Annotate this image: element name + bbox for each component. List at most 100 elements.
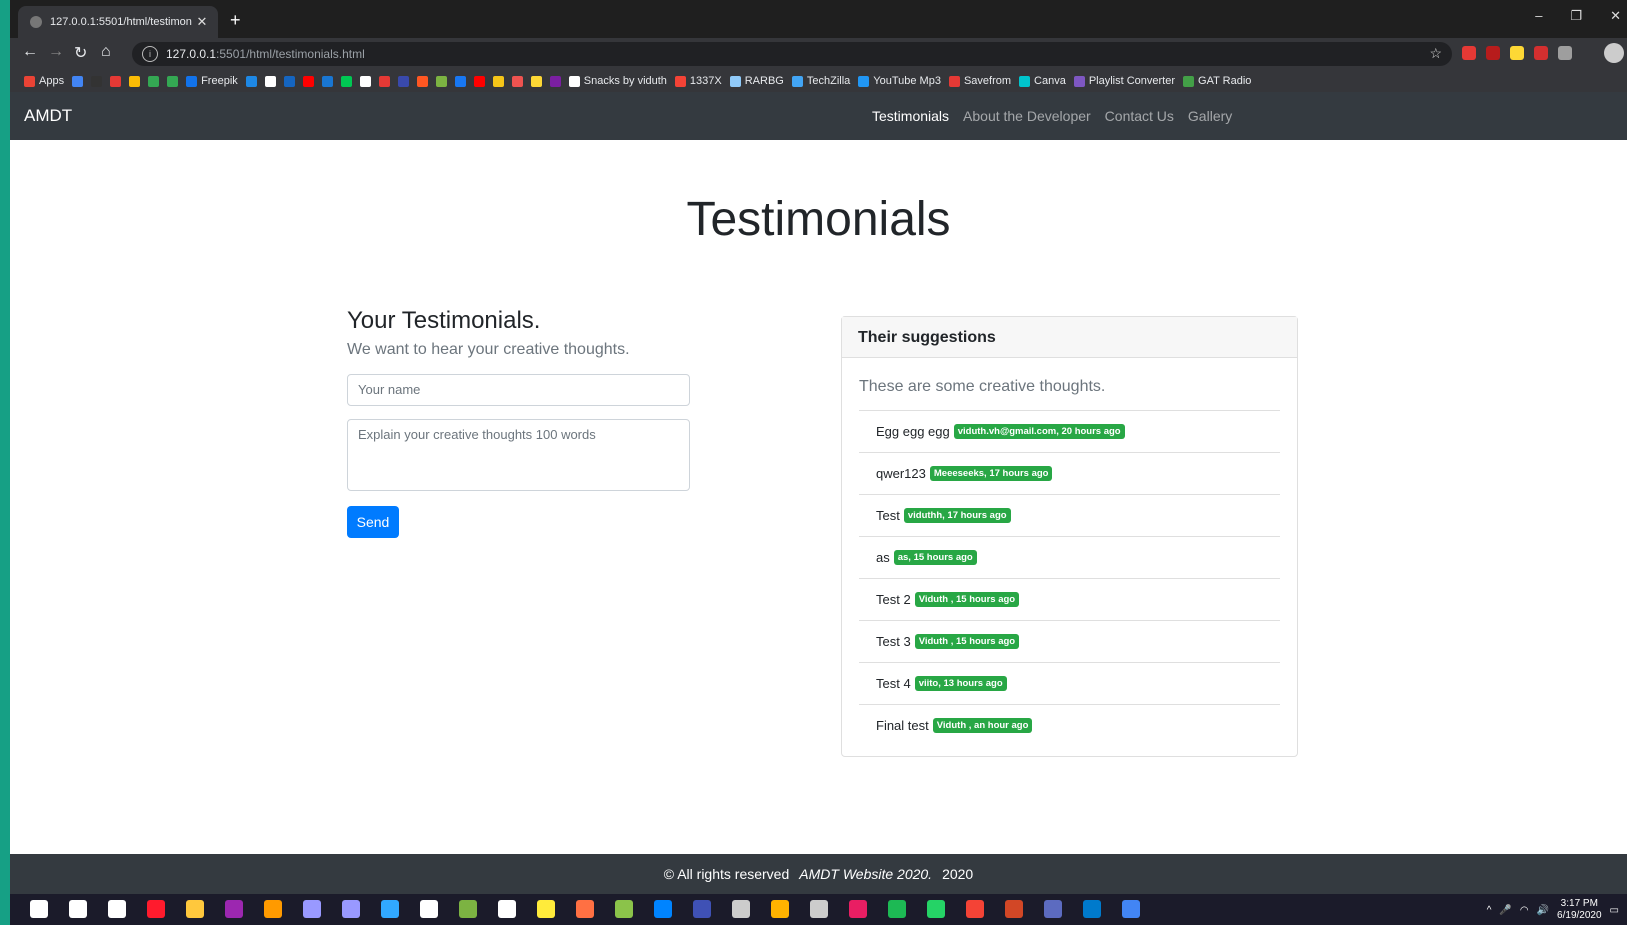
taskbar-app-icon[interactable] — [693, 900, 711, 918]
bookmark-item[interactable] — [397, 75, 409, 87]
author-badge: viito, 13 hours ago — [914, 676, 1007, 691]
taskbar-app-icon[interactable] — [810, 900, 828, 918]
bookmark-item[interactable] — [283, 75, 295, 87]
bookmark-item[interactable] — [492, 75, 504, 87]
taskbar-app-icon[interactable] — [147, 900, 165, 918]
chevron-up-icon[interactable]: ^ — [1487, 905, 1492, 916]
bookmark-item[interactable]: Freepik — [186, 75, 238, 87]
web-page: AMDT Testimonials About the Developer Co… — [10, 92, 1627, 894]
name-input[interactable]: Your name — [347, 374, 690, 406]
browser-tab[interactable]: 127.0.0.1:5501/html/testimonials ✕ — [18, 6, 218, 38]
taskbar-app-icon[interactable] — [108, 900, 126, 918]
clock[interactable]: 3:17 PM 6/19/2020 — [1557, 898, 1602, 922]
bookmark-item[interactable] — [148, 75, 160, 87]
bookmark-item[interactable] — [549, 75, 561, 87]
nav-link-about[interactable]: About the Developer — [963, 108, 1091, 124]
forward-arrow-icon[interactable]: → — [48, 43, 64, 61]
send-button[interactable]: Send — [347, 506, 399, 538]
bookmark-item[interactable] — [511, 75, 523, 87]
bookmark-item[interactable]: Apps — [24, 75, 64, 87]
taskbar-app-icon[interactable] — [264, 900, 282, 918]
taskbar-app-icon[interactable] — [225, 900, 243, 918]
site-brand[interactable]: AMDT — [24, 106, 72, 126]
bookmark-item[interactable]: RARBG — [729, 75, 784, 87]
taskbar-app-icon[interactable] — [966, 900, 984, 918]
taskbar-app-icon[interactable] — [1005, 900, 1023, 918]
home-icon[interactable]: ⌂ — [101, 43, 111, 61]
info-icon[interactable]: i — [142, 46, 158, 62]
suggestions-list: Egg egg egg viduth.vh@gmail.com, 20 hours… — [859, 410, 1280, 746]
notification-icon[interactable]: ▭ — [1610, 905, 1619, 916]
bookmark-item[interactable]: Playlist Converter — [1073, 75, 1175, 87]
bookmark-item[interactable]: TechZilla — [791, 75, 850, 87]
taskbar-app-icon[interactable] — [576, 900, 594, 918]
profile-avatar[interactable] — [1604, 43, 1624, 63]
maximize-icon[interactable]: ❐ — [1570, 8, 1582, 24]
bookmark-item[interactable]: Savefrom — [948, 75, 1011, 87]
bookmark-item[interactable] — [91, 75, 103, 87]
bookmark-item[interactable] — [72, 75, 84, 87]
thoughts-textarea[interactable]: Explain your creative thoughts 100 words — [347, 419, 690, 491]
taskbar-app-icon[interactable] — [615, 900, 633, 918]
bookmark-item[interactable] — [264, 75, 276, 87]
bookmark-star-icon[interactable]: ☆ — [1429, 45, 1442, 62]
taskbar-app-icon[interactable] — [303, 900, 321, 918]
bookmark-item[interactable] — [340, 75, 352, 87]
taskbar-app-icon[interactable] — [1122, 900, 1140, 918]
volume-icon[interactable]: 🔊 — [1537, 905, 1549, 916]
back-arrow-icon[interactable]: ← — [22, 43, 38, 61]
close-tab-icon[interactable]: ✕ — [192, 14, 212, 30]
reload-icon[interactable]: ↻ — [74, 43, 87, 63]
minimize-icon[interactable]: – — [1535, 8, 1542, 24]
taskbar-app-icon[interactable] — [1044, 900, 1062, 918]
taskbar-app-icon[interactable] — [849, 900, 867, 918]
bookmark-item[interactable] — [110, 75, 122, 87]
bookmark-item[interactable] — [359, 75, 371, 87]
bookmark-item[interactable] — [378, 75, 390, 87]
taskbar-app-icon[interactable] — [459, 900, 477, 918]
taskbar-app-icon[interactable] — [732, 900, 750, 918]
bookmark-item[interactable] — [416, 75, 428, 87]
taskbar-app-icon[interactable] — [888, 900, 906, 918]
taskbar-app-icon[interactable] — [498, 900, 516, 918]
taskbar-app-icon[interactable] — [420, 900, 438, 918]
wifi-icon[interactable]: ◠ — [1520, 905, 1529, 916]
bookmark-item[interactable] — [245, 75, 257, 87]
bookmark-item[interactable] — [321, 75, 333, 87]
close-window-icon[interactable]: ✕ — [1610, 8, 1621, 24]
taskbar-app-icon[interactable] — [186, 900, 204, 918]
bookmark-item[interactable] — [530, 75, 542, 87]
new-tab-button[interactable]: + — [230, 10, 241, 31]
author-badge: Meeeseeks, 17 hours ago — [929, 466, 1053, 481]
bookmark-item[interactable] — [454, 75, 466, 87]
bookmark-item[interactable] — [473, 75, 485, 87]
taskbar-app-icon[interactable] — [69, 900, 87, 918]
nav-link-gallery[interactable]: Gallery — [1188, 108, 1232, 124]
nav-link-contact[interactable]: Contact Us — [1105, 108, 1174, 124]
taskbar-app-icon[interactable] — [342, 900, 360, 918]
bookmark-item[interactable] — [167, 75, 179, 87]
taskbar-app-icon[interactable] — [537, 900, 555, 918]
taskbar-app-icon[interactable] — [30, 900, 48, 918]
bookmark-item[interactable] — [129, 75, 141, 87]
taskbar-app-icon[interactable] — [654, 900, 672, 918]
extension-icon[interactable] — [1510, 46, 1524, 60]
bookmark-item[interactable]: 1337X — [674, 75, 722, 87]
taskbar-app-icon[interactable] — [381, 900, 399, 918]
bookmark-item[interactable]: Canva — [1019, 75, 1066, 87]
address-bar[interactable]: i 127.0.0.1:5501/html/testimonials.html … — [132, 42, 1452, 66]
ublock-icon[interactable] — [1486, 46, 1500, 60]
bookmark-item[interactable] — [302, 75, 314, 87]
extension-icon[interactable] — [1534, 46, 1548, 60]
bookmark-item[interactable]: YouTube Mp3 — [858, 75, 941, 87]
bookmark-item[interactable] — [435, 75, 447, 87]
taskbar-app-icon[interactable] — [1083, 900, 1101, 918]
nav-link-testimonials[interactable]: Testimonials — [872, 108, 949, 124]
bookmark-item[interactable]: Snacks by viduth — [568, 75, 667, 87]
microphone-icon[interactable]: 🎤 — [1499, 905, 1511, 916]
extension-icon[interactable] — [1462, 46, 1476, 60]
taskbar-app-icon[interactable] — [771, 900, 789, 918]
taskbar-app-icon[interactable] — [927, 900, 945, 918]
extension-icon[interactable] — [1558, 46, 1572, 60]
bookmark-item[interactable]: GAT Radio — [1183, 75, 1251, 87]
